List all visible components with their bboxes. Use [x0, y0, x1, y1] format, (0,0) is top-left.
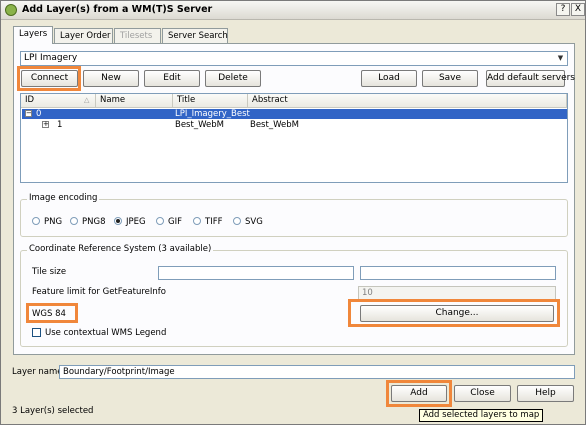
- layer-name-field[interactable]: Boundary/Footprint/Image: [59, 365, 575, 379]
- layers-tree[interactable]: ID △ Name Title Abstract − 0 LPI_Imagery…: [20, 93, 568, 183]
- save-button[interactable]: Save: [422, 70, 478, 87]
- radio-tiff[interactable]: TIFF: [193, 217, 222, 227]
- row-title: LPI_Imagery_Best: [175, 109, 250, 119]
- column-header-title[interactable]: Title: [173, 94, 248, 108]
- add-tooltip: Add selected layers to map: [419, 409, 544, 422]
- close-title-button[interactable]: X: [571, 3, 585, 16]
- sort-indicator-icon: △: [84, 96, 90, 104]
- delete-button[interactable]: Delete: [205, 70, 261, 87]
- crs-group-label: Coordinate Reference System (3 available…: [27, 244, 214, 254]
- crs-current-label: WGS 84: [32, 309, 66, 319]
- feature-limit-label: Feature limit for GetFeatureInfo: [32, 287, 166, 297]
- layer-name-label: Layer name: [12, 367, 63, 377]
- table-row[interactable]: − 0 LPI_Imagery_Best: [22, 109, 567, 119]
- edit-button[interactable]: Edit: [144, 70, 200, 87]
- chevron-down-icon[interactable]: ▼: [555, 53, 566, 64]
- radio-gif[interactable]: GIF: [156, 217, 182, 227]
- status-text: 3 Layer(s) selected: [12, 406, 94, 416]
- radio-png[interactable]: PNG: [32, 217, 62, 227]
- expand-icon[interactable]: +: [42, 121, 49, 128]
- connection-select[interactable]: LPI Imagery ▼: [20, 51, 568, 66]
- tab-layers[interactable]: Layers: [13, 26, 53, 44]
- radio-button-icon: [32, 217, 40, 225]
- radio-button-icon: [193, 217, 201, 225]
- column-header-abstract[interactable]: Abstract: [248, 94, 567, 108]
- row-title: Best_WebM: [175, 120, 224, 130]
- radio-button-icon: [70, 217, 78, 225]
- close-button[interactable]: Close: [454, 385, 511, 402]
- column-header-id[interactable]: ID △: [21, 94, 96, 108]
- title-bar[interactable]: Add Layer(s) from a WM(T)S Server ? X: [1, 1, 585, 20]
- contextual-legend-checkbox[interactable]: [32, 328, 41, 337]
- connect-button[interactable]: Connect: [21, 70, 78, 87]
- radio-button-icon: [156, 217, 164, 225]
- tab-server-search[interactable]: Server Search: [162, 28, 228, 43]
- add-button[interactable]: Add: [391, 385, 447, 402]
- row-abstract: Best_WebM: [250, 120, 299, 130]
- help-button[interactable]: Help: [517, 385, 574, 402]
- radio-button-icon: [233, 217, 241, 225]
- tab-layer-order[interactable]: Layer Order: [54, 28, 113, 43]
- image-encoding-label: Image encoding: [27, 193, 100, 203]
- load-button[interactable]: Load: [361, 70, 417, 87]
- add-default-servers-button[interactable]: Add default servers: [486, 70, 575, 87]
- radio-png8[interactable]: PNG8: [70, 217, 105, 227]
- column-header-id-label: ID: [25, 95, 35, 105]
- table-row[interactable]: + 1 Best_WebM Best_WebM: [22, 120, 567, 130]
- radio-svg[interactable]: SVG: [233, 217, 263, 227]
- row-id: 1: [57, 120, 63, 130]
- tile-size-label: Tile size: [32, 267, 67, 277]
- window-title: Add Layer(s) from a WM(T)S Server: [22, 4, 213, 15]
- help-title-button[interactable]: ?: [556, 3, 570, 16]
- column-header-name[interactable]: Name: [96, 94, 173, 108]
- feature-limit-field: 10: [358, 286, 556, 300]
- tile-width-field[interactable]: [158, 266, 354, 280]
- radio-jpeg[interactable]: JPEG: [114, 217, 146, 227]
- dialog-window: Add Layer(s) from a WM(T)S Server ? X La…: [0, 0, 586, 425]
- row-id: 0: [36, 109, 42, 119]
- new-button[interactable]: New: [83, 70, 139, 87]
- tile-height-field[interactable]: [360, 266, 556, 280]
- contextual-legend-label: Use contextual WMS Legend: [45, 328, 167, 338]
- qgis-app-icon: [5, 4, 17, 16]
- tab-tilesets: Tilesets: [114, 28, 161, 43]
- connection-select-value: LPI Imagery: [24, 53, 78, 63]
- collapse-icon[interactable]: −: [25, 110, 32, 117]
- change-crs-button[interactable]: Change...: [360, 305, 554, 322]
- radio-button-selected-icon: [114, 217, 122, 225]
